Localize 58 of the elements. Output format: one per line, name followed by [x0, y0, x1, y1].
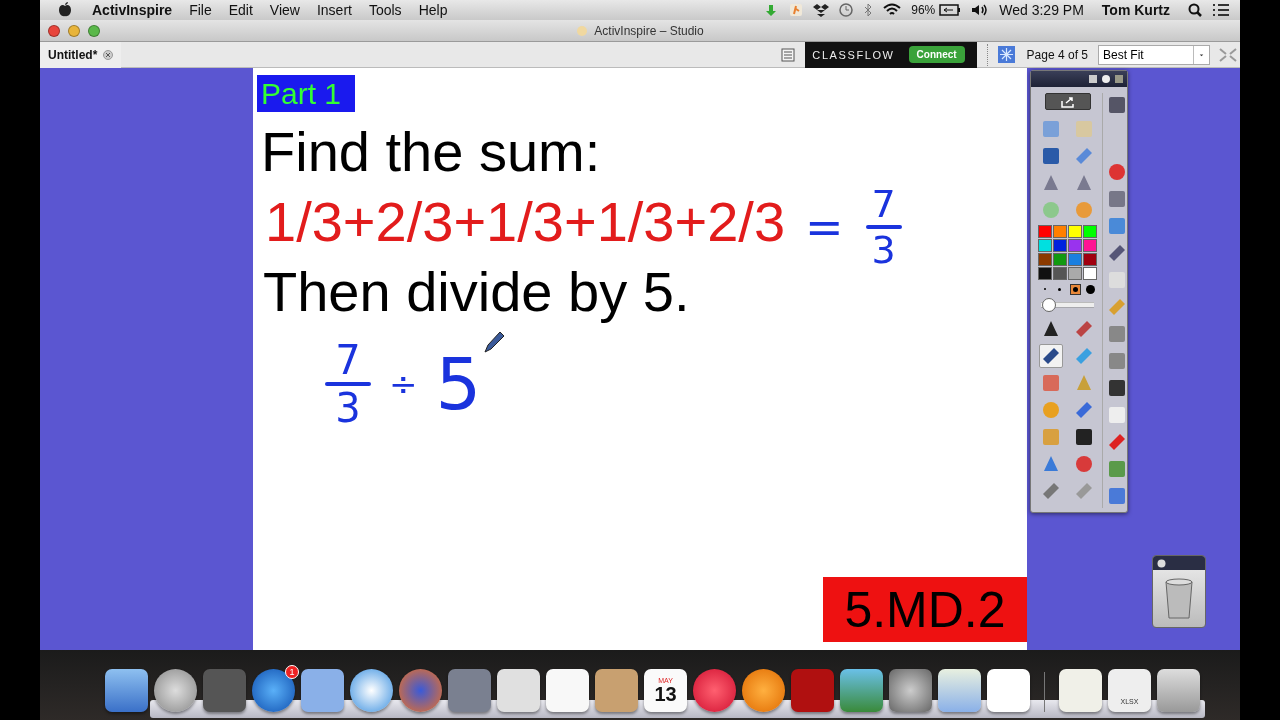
minimize-button[interactable] [68, 24, 80, 37]
clock-icon[interactable] [839, 3, 854, 17]
menu-item[interactable]: Edit [228, 2, 253, 18]
page-notes-icon[interactable] [781, 47, 796, 62]
heading: Find the sum: [261, 124, 601, 180]
standard-label: 5.MD.2 [823, 577, 1027, 642]
app-menu[interactable]: ActivInspire [92, 2, 173, 18]
clock-text[interactable]: Wed 3:29 PM [999, 2, 1084, 18]
color-swatch[interactable] [1083, 253, 1097, 266]
apple-icon[interactable] [58, 2, 72, 18]
pen-size-option[interactable] [1069, 283, 1081, 295]
brand-name: CLASSFLOW [812, 48, 895, 61]
color-swatch[interactable] [1083, 267, 1097, 280]
menu-item[interactable]: Help [418, 2, 448, 18]
notification-badge: 1 [285, 665, 299, 679]
color-swatch[interactable] [1038, 225, 1052, 238]
fraction-expression: 1/3+2/3+1/3+1/3+2/3 [265, 194, 786, 250]
part-label: Part 1 [257, 75, 355, 112]
menu-item[interactable]: View [269, 2, 300, 18]
pen-size-option[interactable] [1084, 283, 1096, 295]
color-swatch[interactable] [1053, 239, 1067, 252]
user-name[interactable]: Tom Kurtz [1101, 2, 1170, 18]
color-swatch[interactable] [1038, 267, 1052, 280]
zoom-button[interactable] [88, 24, 100, 37]
volume-icon[interactable] [971, 3, 990, 17]
wifi-icon[interactable] [883, 3, 902, 17]
menu-item[interactable]: Insert [316, 2, 352, 18]
dot-icon[interactable] [1101, 74, 1111, 84]
window-title: ActivInspire – Studio [594, 23, 704, 38]
color-swatch[interactable] [1068, 239, 1082, 252]
color-swatch[interactable] [1083, 225, 1097, 238]
color-swatch[interactable] [1083, 239, 1097, 252]
slider-thumb[interactable] [1041, 298, 1056, 312]
pen-cursor-icon [483, 330, 505, 354]
fullscreen-icon[interactable] [1218, 46, 1238, 63]
color-swatch[interactable] [1068, 253, 1082, 266]
zoom-select[interactable]: Best Fit [1098, 44, 1210, 65]
color-swatch[interactable] [1053, 267, 1067, 280]
document-tab[interactable]: Untitled* [40, 41, 122, 68]
pen-icon[interactable] [1039, 344, 1063, 368]
menu-item[interactable]: File [189, 2, 212, 18]
color-swatch[interactable] [1038, 239, 1052, 252]
battery-icon[interactable] [939, 4, 962, 16]
battery-percent: 96% [911, 3, 936, 17]
color-swatch[interactable] [1053, 225, 1067, 238]
menu-item[interactable]: Tools [368, 2, 402, 18]
color-swatch[interactable] [1068, 225, 1082, 238]
close-window-button[interactable] [48, 24, 60, 37]
search-icon[interactable] [1188, 3, 1202, 17]
list-icon[interactable] [1212, 3, 1230, 17]
color-swatch[interactable] [1068, 267, 1082, 280]
calendar-day: 13 [654, 684, 677, 704]
bluetooth-icon[interactable] [863, 3, 874, 17]
page-indicator: Page 4 of 5 [1026, 47, 1088, 62]
share-button[interactable] [1044, 93, 1091, 110]
share-icon [1059, 95, 1076, 108]
color-swatch[interactable] [1053, 253, 1067, 266]
color-swatch[interactable] [1038, 253, 1052, 266]
